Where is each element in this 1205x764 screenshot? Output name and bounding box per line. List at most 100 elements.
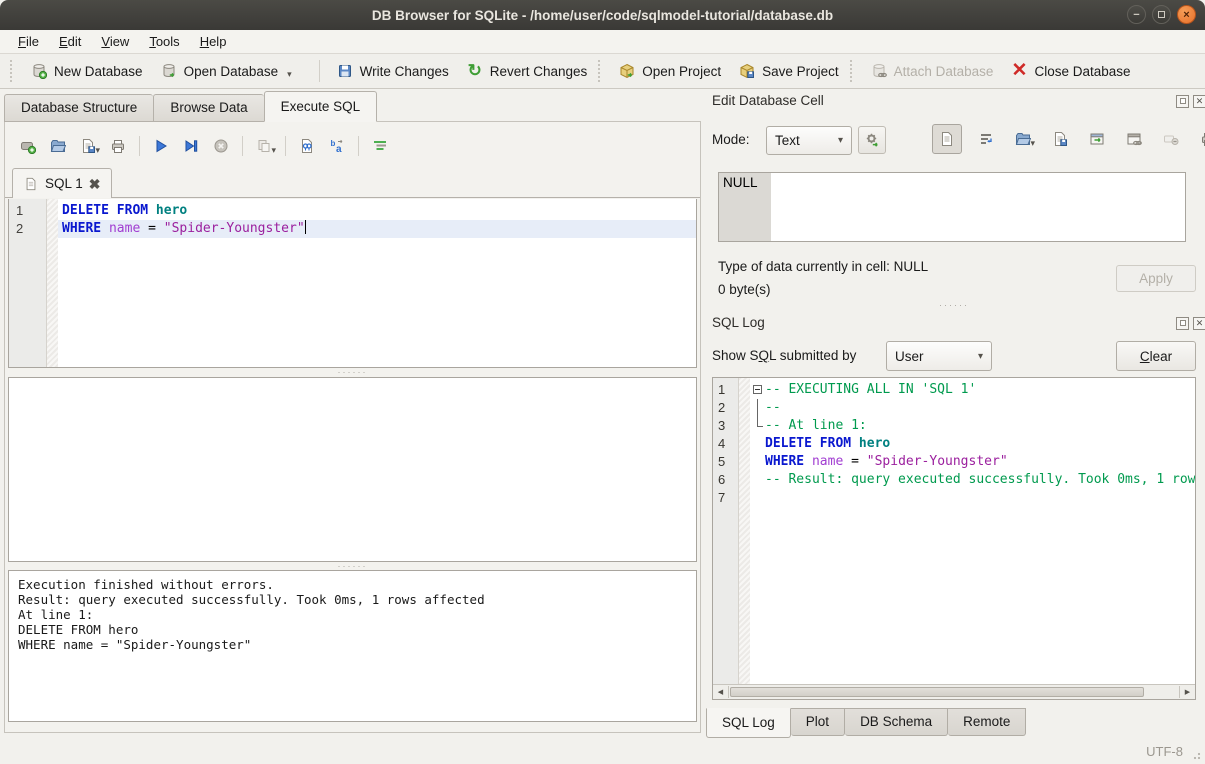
tab-new-button[interactable] <box>16 134 40 158</box>
editor-line[interactable]: WHERE name = "Spider-Youngster" <box>58 220 696 238</box>
log-line: -- EXECUTING ALL IN 'SQL 1' <box>750 381 1195 399</box>
code-token: "Spider-Youngster" <box>867 454 1008 469</box>
editor-code-area[interactable]: DELETE FROM heroWHERE name = "Spider-You… <box>58 199 696 367</box>
save-results-button[interactable]: ▾ <box>252 134 276 158</box>
find-replace-button[interactable]: ba <box>325 134 349 158</box>
results-message-splitter[interactable]: ······ <box>8 562 697 570</box>
log-horizontal-scrollbar[interactable]: ◀ ▶ <box>713 684 1195 699</box>
code-token: = <box>140 221 163 236</box>
editor-line[interactable]: DELETE FROM hero <box>58 202 696 220</box>
log-fold-margin <box>739 378 750 684</box>
stop-button[interactable] <box>209 134 233 158</box>
sql-editor[interactable]: 12 DELETE FROM heroWHERE name = "Spider-… <box>8 199 697 368</box>
open-sql-button[interactable] <box>46 134 70 158</box>
execution-message-pane[interactable]: Execution finished without errors. Resul… <box>8 570 697 722</box>
word-wrap-button[interactable] <box>973 126 999 152</box>
find-button[interactable] <box>295 134 319 158</box>
import-file-button[interactable]: ▾ <box>1010 126 1036 152</box>
log-code-area[interactable]: -- EXECUTING ALL IN 'SQL 1'---- At line … <box>750 378 1195 684</box>
print-cell-button[interactable] <box>1195 126 1205 152</box>
execute-line-icon <box>183 138 199 154</box>
scrollbar-thumb[interactable] <box>730 687 1144 697</box>
execute-line-button[interactable] <box>179 134 203 158</box>
menu-help[interactable]: Help <box>190 31 237 52</box>
new-database-button[interactable]: New Database <box>22 59 152 83</box>
minimize-icon: − <box>1133 9 1139 21</box>
tab-browse-data[interactable]: Browse Data <box>153 94 263 122</box>
dock-tab-remote[interactable]: Remote <box>948 708 1026 736</box>
attach-database-icon <box>871 63 887 79</box>
line-number: 1 <box>713 381 738 399</box>
execute-all-button[interactable] <box>149 134 173 158</box>
cell-editor[interactable]: NULL <box>718 172 1186 242</box>
log-line-text: -- Result: query executed successfully. … <box>765 471 1195 489</box>
open-database-dropdown[interactable]: ▾ <box>287 63 295 80</box>
find-icon <box>299 138 315 154</box>
docks-splitter[interactable]: ······ <box>712 301 1196 309</box>
editor-results-splitter[interactable]: ······ <box>8 368 697 376</box>
attach-database-button[interactable]: Attach Database <box>862 59 1003 83</box>
code-token: hero <box>156 203 187 218</box>
menu-file[interactable]: File <box>8 31 49 52</box>
dock-close-icon: ✕ <box>1196 318 1204 329</box>
write-changes-button[interactable]: Write Changes <box>328 59 458 83</box>
text-mode-button[interactable] <box>932 124 962 154</box>
fold-margin-cell <box>750 471 765 489</box>
code-token: WHERE <box>62 221 109 236</box>
menu-view[interactable]: View <box>91 31 139 52</box>
tab-database-structure[interactable]: Database Structure <box>4 94 153 122</box>
cell-type-label: Type of data currently in cell: NULL <box>718 259 928 274</box>
fold-collapse-icon[interactable] <box>753 385 762 394</box>
close-button[interactable]: × <box>1177 5 1196 24</box>
link-cell-button[interactable] <box>1121 126 1147 152</box>
sql-tab-close-icon[interactable]: ✖ <box>89 178 101 190</box>
dock-tab-plot[interactable]: Plot <box>791 708 845 736</box>
float-icon <box>1180 98 1186 104</box>
dock-tab-sql-log[interactable]: SQL Log <box>706 708 791 738</box>
mode-combobox[interactable]: Text ▾ <box>766 126 852 155</box>
edit-cell-dock-title: Edit Database Cell <box>712 93 824 108</box>
edit-cell-float-button[interactable] <box>1176 95 1189 108</box>
import-file-icon: ▾ <box>1015 131 1031 147</box>
statusbar: UTF-8 <box>0 738 1205 764</box>
minimize-button[interactable]: − <box>1127 5 1146 24</box>
print-button[interactable] <box>106 134 130 158</box>
log-line-text: -- EXECUTING ALL IN 'SQL 1' <box>765 381 976 399</box>
clear-button[interactable]: Clear <box>1116 341 1196 371</box>
revert-changes-button[interactable]: ↻Revert Changes <box>458 59 597 83</box>
toolbar-separator <box>139 136 140 156</box>
open-database-icon <box>161 63 177 79</box>
open-database-button[interactable]: Open Database <box>152 59 288 83</box>
save-sql-button[interactable]: ▾ <box>76 134 100 158</box>
auto-apply-button[interactable] <box>858 126 886 154</box>
edit-cell-close-button[interactable]: ✕ <box>1193 95 1205 108</box>
results-grid[interactable] <box>8 377 697 562</box>
sql-log-close-button[interactable]: ✕ <box>1193 317 1205 330</box>
set-null-button[interactable] <box>1158 126 1184 152</box>
dock-tab-db-schema[interactable]: DB Schema <box>845 708 948 736</box>
apply-button[interactable]: Apply <box>1116 265 1196 292</box>
close-database-button[interactable]: ✕Close Database <box>1002 59 1139 83</box>
link-cell-icon <box>1126 131 1142 147</box>
scroll-right-icon[interactable]: ▶ <box>1180 685 1195 699</box>
log-line-text: WHERE name = "Spider-Youngster" <box>765 453 1008 471</box>
tab-execute-sql[interactable]: Execute SQL <box>264 91 378 122</box>
log-line: -- Result: query executed successfully. … <box>750 471 1195 489</box>
menu-edit[interactable]: Edit <box>49 31 91 52</box>
open-project-button[interactable]: Open Project <box>610 59 730 83</box>
export-cell-button[interactable] <box>1084 126 1110 152</box>
maximize-button[interactable] <box>1152 5 1171 24</box>
menu-tools[interactable]: Tools <box>139 31 189 52</box>
log-line: DELETE FROM hero <box>750 435 1195 453</box>
code-token: name <box>109 221 140 236</box>
format-sql-button[interactable] <box>368 134 392 158</box>
scroll-left-icon[interactable]: ◀ <box>713 685 728 699</box>
save-project-button[interactable]: Save Project <box>730 59 848 83</box>
sql-log-filter-combobox[interactable]: User ▾ <box>886 341 992 371</box>
sql-file-tab[interactable]: SQL 1 ✖ <box>12 168 112 198</box>
save-as-button[interactable] <box>1047 126 1073 152</box>
sql-log-float-button[interactable] <box>1176 317 1189 330</box>
resize-grip[interactable] <box>1191 750 1201 760</box>
sql-log-pane[interactable]: 1234567 -- EXECUTING ALL IN 'SQL 1'---- … <box>712 377 1196 700</box>
line-number: 2 <box>713 399 738 417</box>
